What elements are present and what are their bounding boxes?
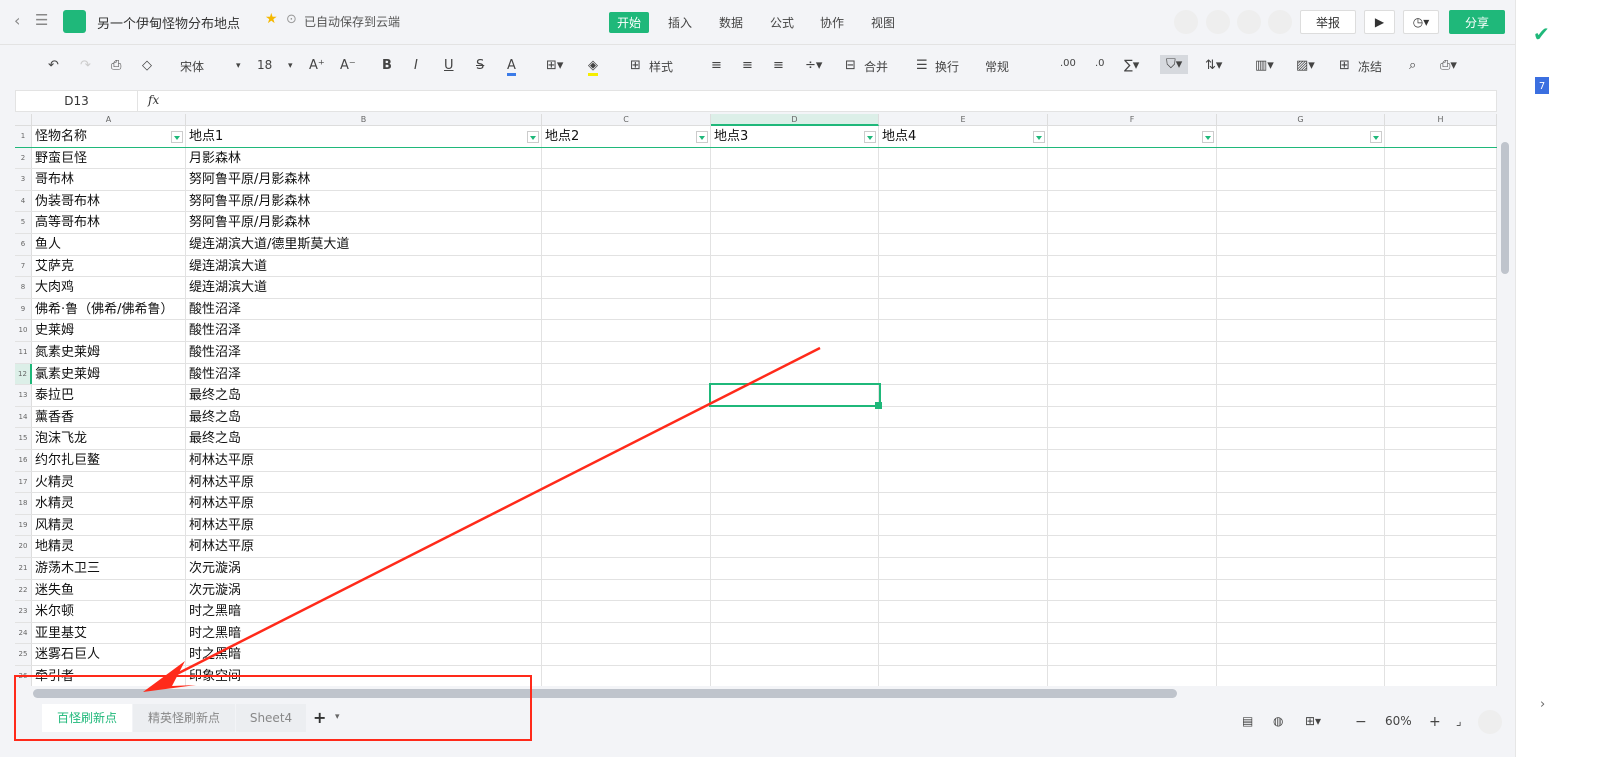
annotation-box [14,675,532,741]
annotation-arrow [164,346,821,682]
annotation-overlay [14,346,821,741]
